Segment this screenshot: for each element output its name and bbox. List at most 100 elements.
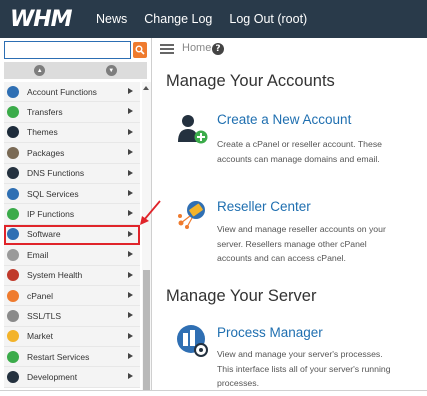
collapse-down-area[interactable]: ▼	[76, 62, 148, 79]
system-health-icon	[7, 269, 19, 282]
dns-functions-icon	[7, 167, 19, 180]
sidebar-search	[4, 41, 149, 59]
scrollbar-thumb[interactable]	[143, 270, 150, 390]
nav-news-link[interactable]: News	[96, 12, 127, 26]
reseller-center-desc-line: View and manage reseller accounts on you…	[217, 224, 386, 234]
software-icon	[7, 228, 19, 241]
sidebar-item-label: Restart Services	[27, 351, 90, 362]
reseller-center-desc: View and manage reseller accounts on you…	[217, 222, 417, 266]
bottom-scrollbar	[0, 390, 427, 396]
breadcrumb-home[interactable]: Home	[182, 42, 211, 54]
sidebar-item-label: Account Functions	[27, 86, 97, 97]
cpanel-icon	[7, 289, 19, 302]
reseller-center-desc-line: accounts and can access cPanel.	[217, 253, 346, 263]
chevron-right-icon	[128, 312, 133, 319]
chevron-right-icon	[128, 230, 133, 237]
chevron-right-icon	[128, 169, 133, 176]
chevron-right-icon	[128, 189, 133, 196]
top-bar: WHM News Change Log Log Out (root)	[0, 0, 427, 38]
create-account-desc-line: accounts can manage domains and email.	[217, 153, 380, 164]
sidebar-scrollbar[interactable]	[142, 82, 151, 390]
sql-services-icon	[7, 187, 19, 200]
sidebar-item-label: Themes	[27, 127, 58, 138]
sidebar-item-dns-functions[interactable]: DNS Functions	[4, 163, 140, 184]
sidebar-item-transfers[interactable]: Transfers	[4, 102, 140, 123]
sidebar-item-label: cPanel	[27, 290, 53, 301]
expand-down-icon[interactable]: ▼	[105, 65, 117, 76]
chevron-right-icon	[128, 271, 133, 278]
annotation-arrow-icon	[140, 200, 161, 225]
sidebar-item-label: Market	[27, 331, 53, 342]
sidebar-item-development[interactable]: Development	[4, 367, 140, 388]
sidebar-item-account-functions[interactable]: Account Functions	[4, 82, 140, 103]
sidebar-item-themes[interactable]: Themes	[4, 122, 140, 144]
create-account-icon[interactable]	[176, 112, 210, 146]
process-manager-desc-line: View and manage your server's processes.	[217, 349, 383, 359]
create-account-desc: Create a cPanel or reseller account. The…	[217, 137, 417, 166]
collapse-controls: ▲ ▼	[4, 62, 147, 79]
chevron-right-icon	[128, 373, 133, 380]
chevron-right-icon	[128, 353, 133, 360]
chevron-right-icon	[128, 128, 133, 135]
sidebar-item-ssl-tls[interactable]: SSL/TLS	[4, 306, 140, 327]
market-icon	[7, 330, 19, 343]
chevron-right-icon	[128, 88, 133, 94]
search-button[interactable]	[133, 42, 147, 58]
chevron-right-icon	[128, 291, 133, 298]
create-account-link[interactable]: Create a New Account	[217, 112, 351, 127]
restart-services-icon	[7, 350, 19, 363]
ip-functions-icon	[7, 208, 19, 221]
sidebar-item-cpanel[interactable]: cPanel	[4, 285, 140, 307]
nav-change-log-link[interactable]: Change Log	[144, 12, 212, 26]
sidebar-item-software[interactable]: Software	[4, 224, 140, 246]
chevron-right-icon	[128, 108, 133, 115]
help-icon[interactable]: ?	[212, 43, 224, 55]
sidebar-item-packages[interactable]: Packages	[4, 143, 140, 164]
nav-logout-link[interactable]: Log Out (root)	[229, 12, 307, 26]
process-manager-desc-line: This interface lists all of your server'…	[217, 363, 391, 374]
chevron-right-icon	[128, 332, 133, 339]
sidebar-item-restart-services[interactable]: Restart Services	[4, 347, 140, 368]
sidebar-item-email[interactable]: Email	[4, 245, 140, 266]
themes-icon	[7, 126, 19, 139]
sidebar-item-label: IP Functions	[27, 209, 75, 220]
sidebar-item-label: SQL Services	[27, 188, 79, 199]
sidebar-item-system-health[interactable]: System Health	[4, 265, 140, 286]
sidebar-item-label: Packages	[27, 147, 65, 158]
create-account-desc-line: Create a cPanel or reseller account. The…	[217, 139, 382, 149]
section-title-server: Manage Your Server	[166, 287, 317, 305]
section-title-accounts: Manage Your Accounts	[166, 72, 335, 90]
top-nav: News Change Log Log Out (root)	[96, 12, 324, 26]
sidebar-item-label: DNS Functions	[27, 168, 85, 179]
whm-logo[interactable]: WHM	[10, 7, 73, 32]
reseller-center-desc-line: server. Resellers manage other cPanel	[217, 238, 367, 249]
chevron-right-icon	[128, 149, 133, 156]
ssl-tls-icon	[7, 309, 19, 322]
chevron-right-icon	[128, 251, 133, 258]
email-icon	[7, 248, 19, 261]
sidebar-item-label: Software	[27, 229, 61, 240]
search-icon	[135, 45, 145, 55]
process-manager-icon[interactable]	[176, 324, 210, 358]
transfers-icon	[7, 106, 19, 119]
scroll-up-arrow-icon[interactable]	[143, 86, 149, 90]
sidebar-item-ip-functions[interactable]: IP Functions	[4, 204, 140, 225]
sidebar: ▲ ▼ Account Functions Transfers Themes Pack…	[0, 38, 152, 390]
sidebar-item-label: Transfers	[27, 107, 63, 118]
search-input[interactable]	[4, 41, 131, 59]
reseller-center-link[interactable]: Reseller Center	[217, 199, 311, 214]
sidebar-item-sql-services[interactable]: SQL Services	[4, 183, 140, 205]
collapse-up-area[interactable]: ▲	[4, 62, 76, 79]
collapse-up-icon[interactable]: ▲	[34, 65, 46, 76]
packages-icon	[7, 146, 19, 159]
development-icon	[7, 371, 19, 384]
sidebar-item-label: System Health	[27, 270, 83, 281]
menu-toggle-icon[interactable]	[160, 44, 174, 54]
process-manager-desc: View and manage your server's processes.…	[217, 347, 417, 391]
chevron-right-icon	[128, 210, 133, 217]
sidebar-item-market[interactable]: Market	[4, 326, 140, 348]
process-manager-desc-line: processes.	[217, 378, 260, 388]
reseller-center-icon[interactable]	[176, 196, 210, 230]
process-manager-link[interactable]: Process Manager	[217, 325, 323, 340]
account-functions-icon	[7, 85, 19, 98]
